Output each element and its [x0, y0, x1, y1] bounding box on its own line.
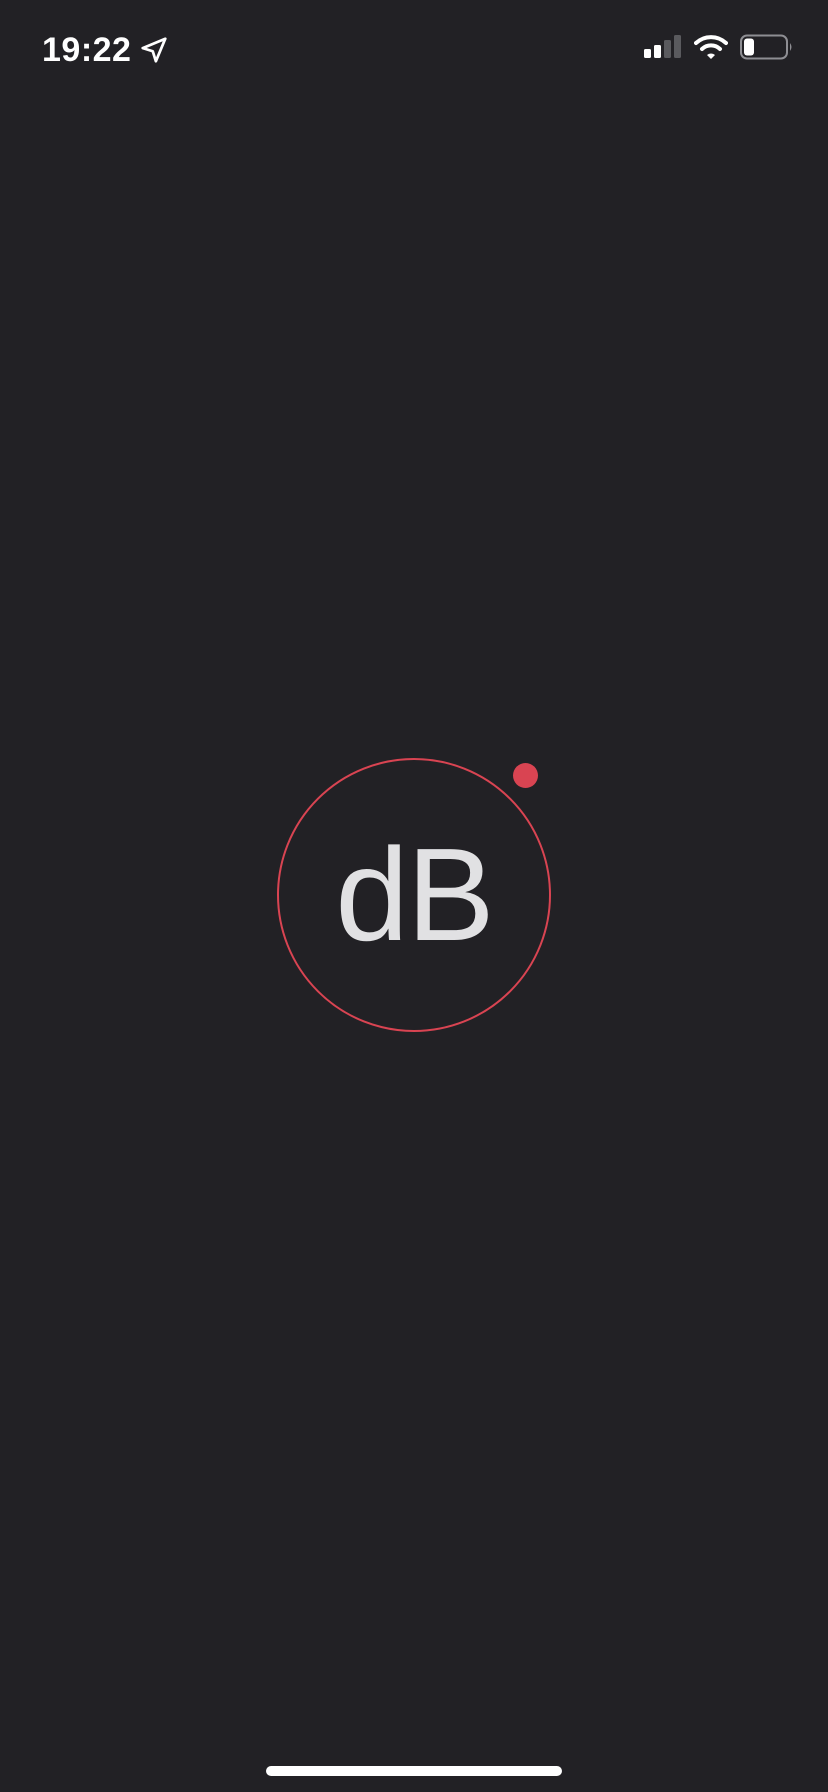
logo-text: dB	[335, 821, 494, 968]
record-dot-icon	[513, 763, 538, 788]
status-icons	[644, 34, 794, 60]
app-logo: dB	[277, 758, 551, 1032]
home-indicator[interactable]	[266, 1766, 562, 1776]
wifi-icon	[694, 35, 728, 59]
cellular-signal-icon	[644, 35, 681, 58]
status-time: 19:22	[42, 31, 132, 69]
status-time-group: 19:22	[42, 28, 169, 72]
status-bar: 19:22	[0, 0, 828, 100]
location-arrow-icon	[141, 37, 168, 63]
battery-icon	[740, 34, 792, 60]
